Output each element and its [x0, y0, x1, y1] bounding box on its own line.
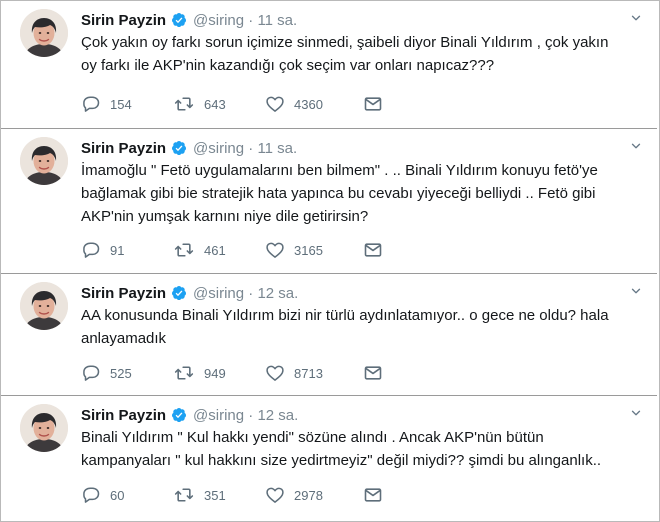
reply-button[interactable]: 60 — [81, 484, 173, 506]
retweet-icon — [173, 485, 195, 505]
reply-icon — [81, 240, 101, 260]
direct-message-icon — [363, 363, 383, 383]
retweet-button[interactable]: 643 — [173, 93, 265, 115]
like-count: 4360 — [294, 96, 323, 112]
author-handle[interactable]: @siring — [193, 285, 244, 302]
tweet-text: Binali Yıldırım " Kul hakkı yendi" sözün… — [81, 426, 641, 472]
verified-badge-icon — [171, 140, 187, 156]
author-handle[interactable]: @siring — [193, 12, 244, 29]
tweet-time[interactable]: · 12 sa. — [244, 407, 298, 424]
tweet-text-line: kampanyaları " kul hakkını size yedirtme… — [81, 452, 602, 469]
reply-button[interactable]: 154 — [81, 93, 173, 115]
tweet-text-line: İmamoğlu " Fetö uygulamalarını ben bilme… — [81, 162, 598, 179]
retweet-icon — [173, 94, 195, 114]
tweet-text-line: Binali Yıldırım " Kul hakkı yendi" sözün… — [81, 429, 544, 446]
direct-message-button[interactable] — [363, 362, 383, 384]
author-name[interactable]: Sirin Payzin — [81, 407, 166, 424]
tweet-header: Sirin Payzin @siring · 12 sa. — [81, 405, 298, 425]
direct-message-button[interactable] — [363, 93, 383, 115]
tweet-text-line: Çok yakın oy farkı sorun içimize sinmedi… — [81, 34, 609, 51]
retweet-button[interactable]: 949 — [173, 362, 265, 384]
like-count: 8713 — [294, 365, 323, 381]
tweet-header: Sirin Payzin @siring · 11 sa. — [81, 10, 297, 30]
author-name[interactable]: Sirin Payzin — [81, 12, 166, 29]
like-count: 3165 — [294, 242, 323, 258]
heart-icon — [265, 363, 285, 383]
heart-icon — [265, 94, 285, 114]
heart-icon — [265, 240, 285, 260]
tweet-text-line: bağlamak gibi bie stratejik hata yapınca… — [81, 185, 596, 202]
direct-message-icon — [363, 94, 383, 114]
verified-badge-icon — [171, 407, 187, 423]
tweet-text-line: AKP'nin yumşak karnını niye dile getirir… — [81, 208, 369, 225]
reply-icon — [81, 363, 101, 383]
tweet-text-line: AA konusunda Binali Yıldırım bizi nir tü… — [81, 307, 609, 324]
like-button[interactable]: 8713 — [265, 362, 363, 384]
avatar[interactable] — [20, 404, 68, 452]
tweet-text: Çok yakın oy farkı sorun içimize sinmedi… — [81, 31, 641, 77]
retweet-count: 461 — [204, 242, 226, 258]
chevron-down-icon[interactable] — [627, 282, 645, 300]
reply-count: 91 — [110, 242, 125, 258]
retweet-icon — [173, 240, 195, 260]
tweet-time[interactable]: · 12 sa. — [244, 285, 298, 302]
tweet-actions: 525 949 8713 — [81, 362, 383, 384]
retweet-count: 351 — [204, 487, 226, 503]
tweet[interactable]: Sirin Payzin @siring · 12 sa. Binali Yıl… — [1, 396, 657, 520]
reply-count: 154 — [110, 96, 132, 112]
verified-badge-icon — [171, 285, 187, 301]
direct-message-button[interactable] — [363, 239, 383, 261]
tweet-time[interactable]: · 11 sa. — [244, 140, 297, 157]
chevron-down-icon[interactable] — [627, 137, 645, 155]
direct-message-button[interactable] — [363, 484, 383, 506]
verified-badge-icon — [171, 12, 187, 28]
like-count: 2978 — [294, 487, 323, 503]
tweet-header: Sirin Payzin @siring · 12 sa. — [81, 283, 298, 303]
tweet-header: Sirin Payzin @siring · 11 sa. — [81, 138, 297, 158]
avatar[interactable] — [20, 282, 68, 330]
direct-message-icon — [363, 240, 383, 260]
reply-count: 525 — [110, 365, 132, 381]
tweet-text: AA konusunda Binali Yıldırım bizi nir tü… — [81, 304, 641, 350]
retweet-button[interactable]: 461 — [173, 239, 265, 261]
like-button[interactable]: 4360 — [265, 93, 363, 115]
author-handle[interactable]: @siring — [193, 407, 244, 424]
author-handle[interactable]: @siring — [193, 140, 244, 157]
like-button[interactable]: 3165 — [265, 239, 363, 261]
retweet-icon — [173, 363, 195, 383]
tweet-text: İmamoğlu " Fetö uygulamalarını ben bilme… — [81, 159, 641, 228]
reply-icon — [81, 94, 101, 114]
tweet-text-line: oy farkı ile AKP'nin kazandığı çok seçim… — [81, 57, 495, 74]
reply-button[interactable]: 91 — [81, 239, 173, 261]
tweet-actions: 154 643 4360 — [81, 93, 383, 115]
chevron-down-icon[interactable] — [627, 9, 645, 27]
retweet-button[interactable]: 351 — [173, 484, 265, 506]
author-name[interactable]: Sirin Payzin — [81, 285, 166, 302]
direct-message-icon — [363, 485, 383, 505]
avatar[interactable] — [20, 9, 68, 57]
tweet[interactable]: Sirin Payzin @siring · 11 sa. İmamoğlu "… — [1, 129, 657, 273]
retweet-count: 643 — [204, 96, 226, 112]
like-button[interactable]: 2978 — [265, 484, 363, 506]
tweet-actions: 60 351 2978 — [81, 484, 383, 506]
reply-button[interactable]: 525 — [81, 362, 173, 384]
avatar[interactable] — [20, 137, 68, 185]
tweet[interactable]: Sirin Payzin @siring · 11 sa. Çok yakın … — [1, 1, 657, 128]
reply-count: 60 — [110, 487, 125, 503]
retweet-count: 949 — [204, 365, 226, 381]
tweet[interactable]: Sirin Payzin @siring · 12 sa. AA konusun… — [1, 274, 657, 395]
author-name[interactable]: Sirin Payzin — [81, 140, 166, 157]
tweet-time[interactable]: · 11 sa. — [244, 12, 297, 29]
tweet-actions: 91 461 3165 — [81, 239, 383, 261]
reply-icon — [81, 485, 101, 505]
chevron-down-icon[interactable] — [627, 404, 645, 422]
heart-icon — [265, 485, 285, 505]
tweet-text-line: anlayamadık — [81, 330, 167, 347]
